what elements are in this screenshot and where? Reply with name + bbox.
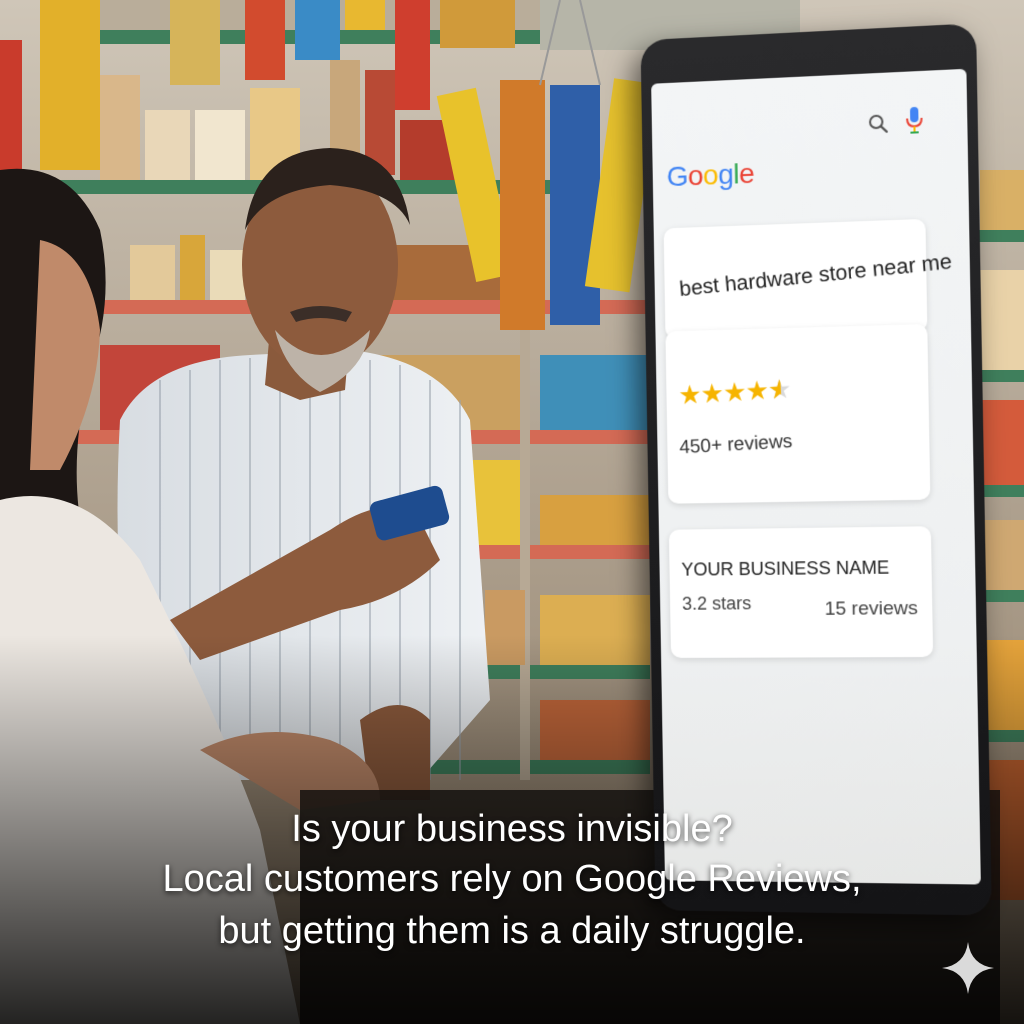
top-result-reviews: 450+ reviews bbox=[678, 431, 793, 459]
headline-line-3: but getting them is a daily struggle. bbox=[218, 910, 806, 952]
star-full-icon: ★ bbox=[722, 377, 747, 409]
tablet-device: Google best hardware store near me ★★★★★… bbox=[640, 23, 992, 916]
logo-letter: G bbox=[666, 160, 689, 193]
star-half-icon: ★ bbox=[767, 374, 791, 406]
business-reviews: 15 reviews bbox=[824, 597, 919, 620]
headline-line-2: Local customers rely on Google Reviews, bbox=[162, 858, 862, 900]
top-result-card[interactable]: ★★★★★ 450+ reviews bbox=[665, 324, 931, 504]
rating-stars: ★★★★★ bbox=[678, 374, 792, 411]
search-query-text: best hardware store near me bbox=[678, 249, 953, 301]
mic-icon bbox=[905, 106, 924, 135]
business-name: YOUR BUSINESS NAME bbox=[681, 557, 890, 580]
google-logo: Google bbox=[666, 158, 754, 194]
logo-letter: o bbox=[687, 159, 704, 192]
tablet-screen: Google best hardware store near me ★★★★★… bbox=[651, 68, 981, 885]
headline-line-1: Is your business invisible? bbox=[291, 808, 733, 850]
logo-letter: o bbox=[702, 159, 719, 191]
sparkle-icon bbox=[942, 942, 994, 994]
your-business-card[interactable]: YOUR BUSINESS NAME 3.2 stars 15 reviews bbox=[668, 526, 934, 658]
star-full-icon: ★ bbox=[744, 375, 769, 408]
star-full-icon: ★ bbox=[677, 379, 702, 412]
business-stars: 3.2 stars bbox=[681, 593, 752, 614]
search-query-card[interactable]: best hardware store near me bbox=[663, 218, 953, 339]
search-icon bbox=[868, 113, 889, 134]
logo-letter: g bbox=[717, 158, 734, 191]
star-full-icon: ★ bbox=[699, 378, 724, 410]
ad-scene: Google best hardware store near me ★★★★★… bbox=[0, 0, 1024, 1024]
logo-letter: e bbox=[738, 157, 755, 190]
